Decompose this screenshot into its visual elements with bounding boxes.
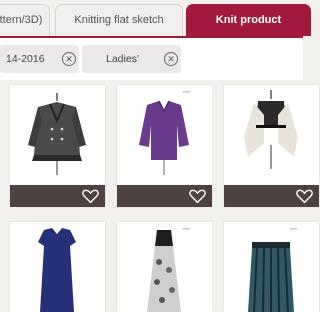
product-card-bar xyxy=(10,185,105,207)
heart-icon[interactable] xyxy=(296,188,313,204)
product-card[interactable]: ▪▪▪▪▪ xyxy=(117,85,212,207)
product-card[interactable] xyxy=(224,85,319,207)
product-image-navy-dress xyxy=(10,222,105,312)
product-card[interactable] xyxy=(10,222,105,312)
product-card[interactable] xyxy=(10,85,105,207)
filter-bar: 14-2016 ✕ Ladies' ✕ xyxy=(0,38,303,80)
close-icon[interactable]: ✕ xyxy=(164,52,178,66)
product-card[interactable]: ▪▪▪▪▪ xyxy=(117,222,212,312)
svg-text:▪▪▪▪▪: ▪▪▪▪▪ xyxy=(183,226,191,231)
product-card-bar xyxy=(117,185,212,207)
filter-chip-season[interactable]: 14-2016 ✕ xyxy=(0,45,79,73)
product-image-cream-cardigan xyxy=(224,85,319,185)
category-tabs: ttern/3D) Knitting flat sketch Knit prod… xyxy=(0,0,311,38)
close-icon[interactable]: ✕ xyxy=(62,52,76,66)
product-card-bar xyxy=(224,185,319,207)
heart-icon[interactable] xyxy=(189,188,206,204)
filter-chip-season-label: 14-2016 xyxy=(6,53,45,65)
tab-knitting-flat-sketch[interactable]: Knitting flat sketch xyxy=(55,4,183,36)
svg-text:▪▪▪▪▪: ▪▪▪▪▪ xyxy=(290,226,298,231)
filter-chip-gender-label: Ladies' xyxy=(106,53,139,65)
product-card[interactable]: ▪▪▪▪▪ xyxy=(224,222,319,312)
tab-knit-product[interactable]: Knit product xyxy=(186,4,311,36)
heart-icon[interactable] xyxy=(82,188,99,204)
svg-text:▪▪▪▪▪: ▪▪▪▪▪ xyxy=(183,89,191,94)
product-image-floral-dress: ▪▪▪▪▪ xyxy=(117,222,212,312)
product-image-purple-sweater: ▪▪▪▪▪ xyxy=(117,85,212,185)
product-image-teal-skirt: ▪▪▪▪▪ xyxy=(224,222,319,312)
tab-pattern-3d[interactable]: ttern/3D) xyxy=(0,4,50,36)
product-image-tweed-coat xyxy=(10,85,105,185)
filter-chip-gender[interactable]: Ladies' ✕ xyxy=(82,45,181,73)
